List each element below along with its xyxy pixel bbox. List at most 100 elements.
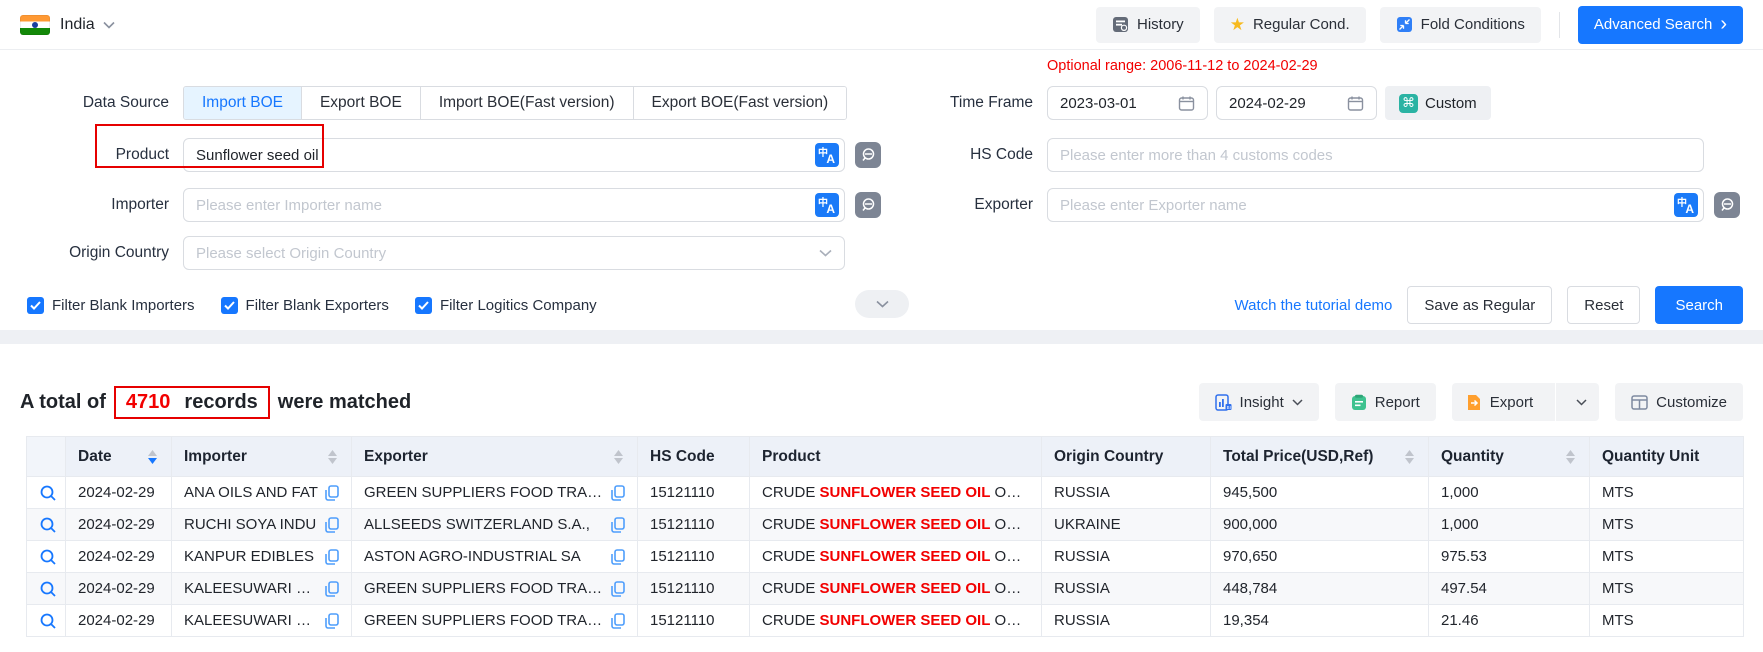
report-button[interactable]: Report — [1335, 383, 1436, 421]
search-detail-icon[interactable] — [39, 484, 57, 502]
calendar-icon[interactable] — [1347, 95, 1364, 112]
results-header: A total of 4710 records were matched BI … — [20, 378, 1743, 426]
translate-icon[interactable]: 中 A — [1674, 193, 1698, 217]
save-as-regular-button[interactable]: Save as Regular — [1407, 286, 1552, 324]
translate-icon[interactable]: 中 A — [815, 143, 839, 167]
fold-conditions-button[interactable]: Fold Conditions — [1380, 7, 1541, 43]
col-quantity[interactable]: Quantity — [1429, 437, 1590, 477]
regular-cond-button[interactable]: ★ Regular Cond. — [1214, 7, 1366, 43]
col-date[interactable]: Date — [66, 437, 172, 477]
translate-a-glyph: A — [1685, 202, 1694, 216]
date-start-input[interactable]: 2023-03-01 — [1047, 86, 1208, 120]
product-cell: CRUDE SUNFLOWER SEED OIL OF ED — [750, 605, 1042, 637]
chevron-down-icon — [819, 249, 832, 257]
origin-country-cell: RUSSIA — [1042, 573, 1211, 605]
calendar-icon[interactable] — [1178, 95, 1195, 112]
tab-import-boe-fast[interactable]: Import BOE(Fast version) — [421, 87, 634, 119]
table-row: 2024-02-29 KANPUR EDIBLES ASTON AGRO-IND… — [27, 541, 1744, 573]
filter-blank-importers-checkbox[interactable]: Filter Blank Importers — [27, 297, 195, 314]
export-button[interactable]: Export — [1452, 383, 1547, 421]
copy-icon[interactable] — [325, 517, 339, 533]
copy-icon[interactable] — [611, 549, 625, 565]
quantity-unit-cell: MTS — [1590, 509, 1744, 541]
data-source-tabs: Import BOE Export BOE Import BOE(Fast ve… — [183, 86, 847, 120]
insight-button[interactable]: BI Insight — [1199, 383, 1319, 421]
exporter-input[interactable] — [1060, 197, 1691, 214]
topbar: India History ★ Regular Cond. Fold Condi… — [0, 0, 1763, 50]
custom-range-button[interactable]: ⌘ Custom — [1385, 86, 1491, 120]
filter-logitics-company-checkbox[interactable]: Filter Logitics Company — [415, 297, 597, 314]
tab-import-boe[interactable]: Import BOE — [184, 87, 302, 119]
tutorial-demo-link[interactable]: Watch the tutorial demo — [1235, 297, 1393, 314]
fold-icon — [1396, 16, 1413, 33]
origin-country-select[interactable]: Please select Origin Country — [183, 236, 845, 270]
data-source-label: Data Source — [0, 94, 183, 112]
exporter-cell: ASTON AGRO-INDUSTRIAL SA — [352, 541, 638, 573]
checkbox-checked-icon — [221, 297, 238, 314]
hs-code-cell: 15121110 — [638, 605, 750, 637]
country-selector-label[interactable]: India — [60, 16, 95, 34]
table-row: 2024-02-29 KALEESUWARI REF GREEN SUPPLIE… — [27, 605, 1744, 637]
exporter-cell: GREEN SUPPLIERS FOOD TRADI... — [352, 477, 638, 509]
col-total-price[interactable]: Total Price(USD,Ref) — [1211, 437, 1429, 477]
tab-export-boe-fast[interactable]: Export BOE(Fast version) — [634, 87, 847, 119]
col-importer[interactable]: Importer — [172, 437, 352, 477]
search-detail-icon[interactable] — [39, 516, 57, 534]
col-label: Total Price(USD,Ref) — [1223, 448, 1373, 466]
hs-code-cell: 15121110 — [638, 573, 750, 605]
hs-code-input[interactable] — [1060, 147, 1691, 164]
translate-icon[interactable]: 中 A — [815, 193, 839, 217]
product-cell: CRUDE SUNFLOWER SEED OIL OF ED — [750, 541, 1042, 573]
total-price-cell: 945,500 — [1211, 477, 1429, 509]
sort-icons[interactable] — [148, 450, 159, 464]
quantity-unit-cell: MTS — [1590, 477, 1744, 509]
product-input[interactable] — [196, 147, 832, 164]
search-detail-icon[interactable] — [39, 580, 57, 598]
sort-icons[interactable] — [328, 450, 339, 464]
quantity-unit-cell: MTS — [1590, 605, 1744, 637]
quantity-unit-cell: MTS — [1590, 573, 1744, 605]
col-exporter[interactable]: Exporter — [352, 437, 638, 477]
exporter-cell: GREEN SUPPLIERS FOOD TRADI... — [352, 573, 638, 605]
date-end-input[interactable]: 2024-02-29 — [1216, 86, 1377, 120]
copy-icon[interactable] — [325, 581, 339, 597]
split-divider — [1555, 383, 1556, 421]
search-detail-icon[interactable] — [39, 548, 57, 566]
time-frame-label: Time Frame — [845, 94, 1047, 112]
customize-button[interactable]: Customize — [1615, 383, 1743, 421]
copy-icon[interactable] — [611, 517, 625, 533]
importer-input[interactable] — [196, 197, 832, 214]
export-dropdown-button[interactable] — [1564, 383, 1599, 421]
copy-icon[interactable] — [611, 613, 625, 629]
col-label: Quantity Unit — [1602, 448, 1699, 465]
search-button[interactable]: Search — [1655, 286, 1743, 324]
collapse-panel-button[interactable] — [855, 290, 909, 318]
col-label: Product — [762, 448, 821, 465]
search-detail-icon[interactable] — [39, 612, 57, 630]
sort-icons[interactable] — [1566, 450, 1577, 464]
exporter-label: Exporter — [845, 196, 1047, 214]
chevron-down-icon[interactable] — [103, 21, 115, 29]
reset-button[interactable]: Reset — [1567, 286, 1640, 324]
total-suffix: were matched — [278, 391, 411, 414]
copy-icon[interactable] — [611, 485, 625, 501]
advanced-search-button[interactable]: Advanced Search › — [1578, 6, 1743, 44]
origin-country-cell: RUSSIA — [1042, 605, 1211, 637]
product-row: Product 中 A — [0, 138, 881, 172]
results-actions: BI Insight Report Export — [1199, 383, 1743, 421]
sort-icons[interactable] — [1405, 450, 1416, 464]
records-word: records — [184, 391, 257, 414]
copy-icon[interactable] — [611, 581, 625, 597]
filter-label: Filter Blank Exporters — [246, 297, 389, 314]
product-cell: CRUDE SUNFLOWER SEED OIL OF ED — [750, 573, 1042, 605]
filter-blank-exporters-checkbox[interactable]: Filter Blank Exporters — [221, 297, 389, 314]
sort-icons[interactable] — [614, 450, 625, 464]
tab-export-boe[interactable]: Export BOE — [302, 87, 421, 119]
copy-icon[interactable] — [325, 549, 339, 565]
fuzzy-match-icon[interactable] — [1714, 192, 1740, 218]
section-divider — [0, 330, 1763, 344]
history-button[interactable]: History — [1096, 7, 1200, 43]
copy-icon[interactable] — [325, 613, 339, 629]
copy-icon[interactable] — [325, 485, 339, 501]
star-icon: ★ — [1230, 16, 1245, 33]
